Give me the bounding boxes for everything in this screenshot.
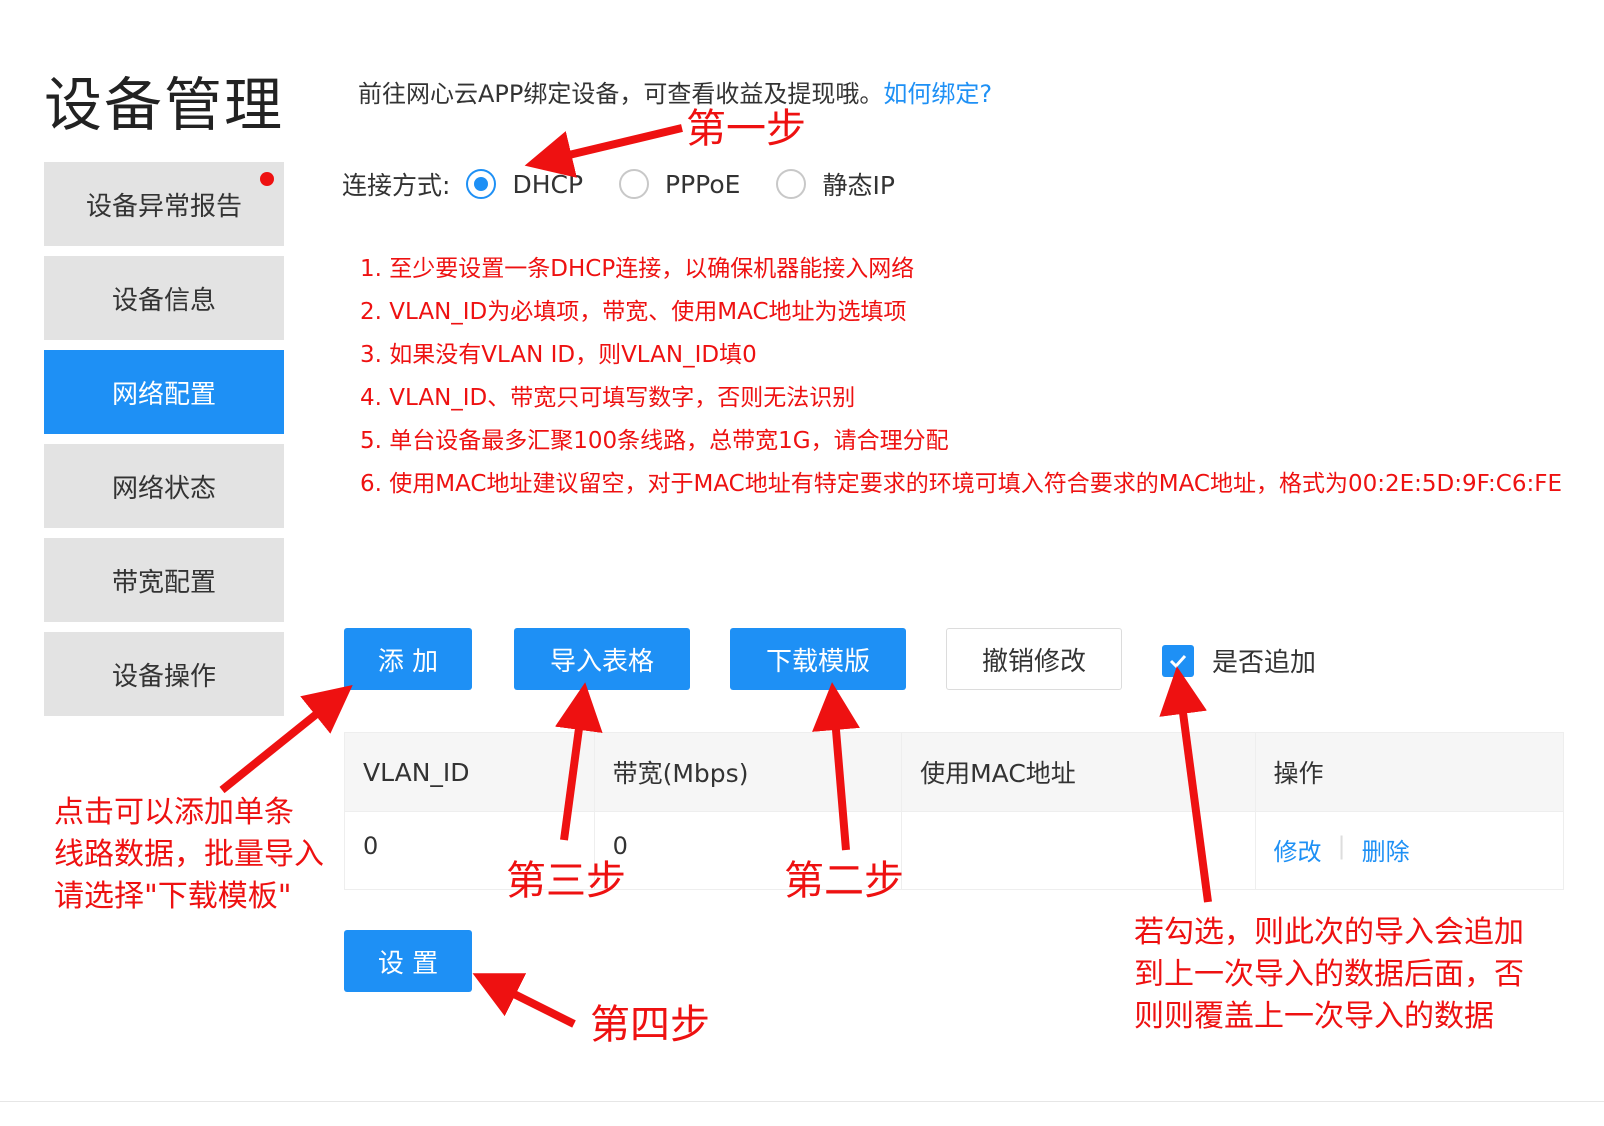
sidebar-item-label: 设备操作 [111,661,216,692]
arrow-step1-icon [524,124,683,178]
radio-static-ip[interactable] [776,169,807,199]
radio-pppoe[interactable] [619,169,650,199]
add-button[interactable]: 添 加 [344,628,472,690]
cell-mac[interactable] [902,812,1256,889]
bind-tip: 前往网心云APP绑定设备，可查看收益及提现哦。如何绑定? [358,74,992,109]
sidebar-item-label: 网络配置 [111,379,216,410]
sidebar-item-device-info[interactable]: 设备信息 [44,256,284,340]
submit-settings-button[interactable]: 设 置 [344,930,472,992]
edit-link[interactable]: 修改 [1274,832,1322,867]
rule-item: 5. 单台设备最多汇聚100条线路，总带宽1G，请合理分配 [360,428,949,454]
annotation-step3: 第三步 [506,858,626,904]
table-header-row: VLAN_ID 带宽(Mbps) 使用MAC地址 操作 [345,733,1563,811]
annotation-append-note: 若勾选，则此次的导入会追加 到上一次导入的数据后面，否 则则覆盖上一次导入的数据 [1134,912,1524,1038]
sidebar-item-network-config[interactable]: 网络配置 [44,350,284,434]
annotation-step2: 第二步 [784,858,904,904]
action-divider: | [1337,832,1346,860]
annotation-line: 点击可以添加单条 [54,795,294,830]
append-label[interactable]: 是否追加 [1212,642,1316,679]
download-template-button[interactable]: 下载模版 [730,628,906,690]
col-header-mac: 使用MAC地址 [902,733,1256,811]
annotation-step4: 第四步 [590,1002,710,1048]
col-header-vlan-id: VLAN_ID [345,733,595,811]
radio-dhcp[interactable] [466,169,497,199]
radio-dhcp-label[interactable]: DHCP [512,170,583,199]
rule-item: 4. VLAN_ID、带宽只可填写数字，否则无法识别 [360,385,856,411]
sidebar: 设备异常报告 设备信息 网络配置 网络状态 带宽配置 设备操作 [44,162,284,726]
annotation-step1: 第一步 [686,106,806,152]
sidebar-item-network-status[interactable]: 网络状态 [44,444,284,528]
import-table-button[interactable]: 导入表格 [514,628,690,690]
page-title: 设备管理 [44,71,285,139]
annotation-line: 线路数据，批量导入 [54,837,324,872]
delete-link[interactable]: 删除 [1362,832,1410,867]
sidebar-item-device-abnormal-report[interactable]: 设备异常报告 [44,162,284,246]
radio-pppoe-label[interactable]: PPPoE [665,170,740,199]
append-checkbox[interactable] [1162,644,1194,677]
sidebar-item-label: 带宽配置 [111,567,216,598]
rule-item: 6. 使用MAC地址建议留空，对于MAC地址有特定要求的环境可填入符合要求的MA… [360,471,1563,497]
sidebar-item-bandwidth-config[interactable]: 带宽配置 [44,538,284,622]
sidebar-item-label: 网络状态 [111,473,216,504]
arrow-step4-icon [472,973,576,1028]
annotation-add-note: 点击可以添加单条 线路数据，批量导入 请选择"下载模板" [54,792,324,918]
connection-mode-label: 连接方式: [342,171,451,200]
annotation-line: 到上一次导入的数据后面，否 [1134,957,1524,992]
rule-item: 1. 至少要设置一条DHCP连接，以确保机器能接入网络 [360,256,915,282]
checkmark-icon [1169,654,1187,668]
annotation-line: 若勾选，则此次的导入会追加 [1134,915,1524,950]
rule-item: 2. VLAN_ID为必填项，带宽、使用MAC地址为选填项 [360,299,907,325]
col-header-actions: 操作 [1273,759,1324,788]
col-header-bandwidth: 带宽(Mbps) [595,733,903,811]
rule-item: 3. 如果没有VLAN ID，则VLAN_ID填0 [360,342,757,368]
bind-tip-text: 前往网心云APP绑定设备，可查看收益及提现哦。 [358,80,884,108]
notification-dot-icon [260,172,274,186]
undo-changes-button[interactable]: 撤销修改 [946,628,1122,690]
connection-mode-row: 连接方式: DHCP PPPoE 静态IP [342,166,915,202]
append-toggle[interactable]: 是否追加 [1162,642,1316,679]
how-to-bind-link[interactable]: 如何绑定? [883,80,992,108]
annotation-line: 请选择"下载模板" [54,879,292,914]
cell-actions: 修改 | 删除 [1256,812,1564,889]
sidebar-item-label: 设备信息 [111,285,216,316]
annotation-line: 则则覆盖上一次导入的数据 [1134,999,1494,1034]
sidebar-item-label: 设备异常报告 [85,191,242,222]
radio-static-ip-label[interactable]: 静态IP [822,166,894,202]
rules-list: 1. 至少要设置一条DHCP连接，以确保机器能接入网络 2. VLAN_ID为必… [344,248,1564,506]
bottom-divider [0,1101,1604,1102]
sidebar-item-device-operation[interactable]: 设备操作 [44,632,284,716]
